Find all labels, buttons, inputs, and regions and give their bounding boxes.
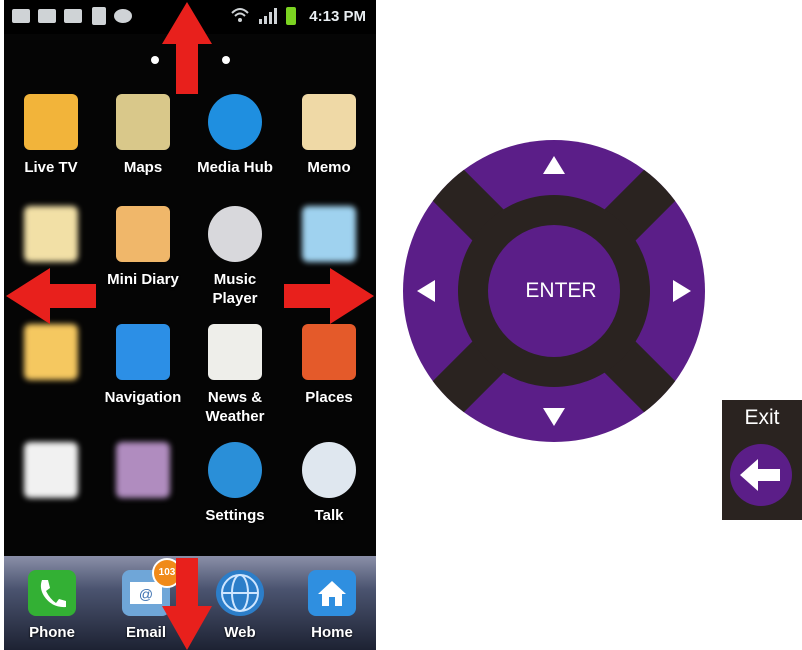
music-icon [208,206,262,262]
app-label: Maps [123,159,163,176]
app-media-hub[interactable]: Media Hub [190,94,280,177]
mail-icon [12,9,30,23]
app-label: Navigation [104,389,182,406]
battery-icon [286,7,296,25]
dock-app-label: Phone [29,624,75,641]
maps-icon [116,94,170,150]
app-live-tv[interactable]: Live TV [6,94,96,177]
swipe-right-arrow-icon [284,268,374,324]
settings-icon [208,442,262,498]
enter-label: ENTER [525,279,597,302]
dock-app-phone[interactable]: Phone [12,570,92,641]
app-news-weather[interactable]: News & Weather [190,324,280,426]
navigation-icon [116,324,170,380]
chat-icon [114,9,132,23]
messaging-icon [24,206,78,262]
blurred-app-icon [116,442,170,498]
app-blurred[interactable] [6,324,96,388]
exit-label: Exit [744,406,780,429]
app-label: Live TV [24,159,78,176]
globe-icon [216,570,264,616]
app-label: Talk [314,507,344,524]
app-maps[interactable]: Maps [98,94,188,177]
app-places[interactable]: Places [284,324,374,407]
app-label: Media Hub [197,159,273,176]
app-label: Settings [205,507,265,524]
blurred-app-icon [24,324,78,380]
app-label: Mini Diary [107,271,179,288]
app-blurred[interactable] [6,206,96,270]
exit-button[interactable] [730,444,792,506]
swipe-down-arrow-icon [162,558,212,650]
app-label: News & Weather [205,389,265,425]
tv-icon [24,94,78,150]
app-label: Places [305,389,353,406]
app-navigation[interactable]: Navigation [98,324,188,407]
app-mini-diary[interactable]: Mini Diary [98,206,188,289]
app-music-player[interactable]: Music Player [190,206,280,308]
app-label: Memo [307,159,351,176]
swipe-up-arrow-icon [162,2,212,94]
page-indicator-dot [151,56,159,64]
svg-text:@: @ [139,586,153,602]
app-label: Music Player [212,271,258,307]
phone-icon [28,570,76,616]
app-blurred[interactable] [98,442,188,506]
date-icon [92,7,106,25]
app-memo[interactable]: Memo [284,94,374,177]
home-icon [308,570,356,616]
news-icon [208,324,262,380]
play-store-icon [24,442,78,498]
app-blurred[interactable] [6,442,96,506]
memo-icon [302,94,356,150]
wifi-icon [231,8,249,22]
signal-icon [259,8,277,24]
page-indicator-dot [222,56,230,64]
app-blurred[interactable] [284,206,374,270]
app-settings[interactable]: Settings [190,442,280,525]
swipe-left-arrow-icon [6,268,96,324]
dock-app-home[interactable]: Home [292,570,372,641]
back-arrow-icon [740,459,780,491]
places-icon [302,324,356,380]
gmail-icon [64,9,82,23]
media-hub-icon [208,94,262,150]
status-time: 4:13 PM [309,8,366,25]
app-talk[interactable]: Talk [284,442,374,525]
my-files-icon [302,206,356,262]
talk-icon [302,442,356,498]
dock-app-label: Home [311,624,353,641]
calendar-icon [38,9,56,23]
exit-panel: Exit [722,400,802,520]
diary-icon [116,206,170,262]
